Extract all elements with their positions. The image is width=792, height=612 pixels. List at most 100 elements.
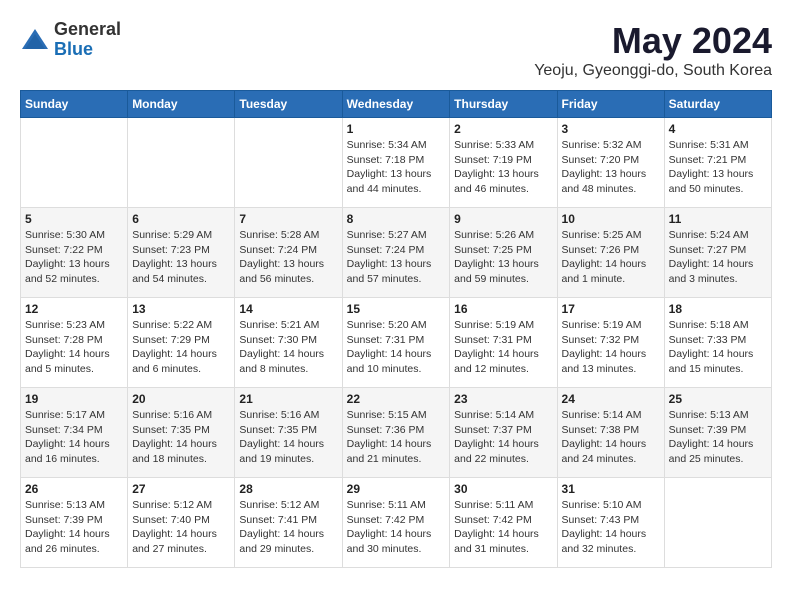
day-number: 24 <box>562 392 660 406</box>
day-info: Sunrise: 5:11 AM Sunset: 7:42 PM Dayligh… <box>347 498 446 557</box>
logo-general: General <box>54 20 121 40</box>
day-info: Sunrise: 5:14 AM Sunset: 7:37 PM Dayligh… <box>454 408 552 467</box>
day-info: Sunrise: 5:14 AM Sunset: 7:38 PM Dayligh… <box>562 408 660 467</box>
day-number: 27 <box>132 482 230 496</box>
day-info: Sunrise: 5:33 AM Sunset: 7:19 PM Dayligh… <box>454 138 552 197</box>
day-number: 13 <box>132 302 230 316</box>
calendar-cell: 3 Sunrise: 5:32 AM Sunset: 7:20 PM Daylig… <box>557 118 664 208</box>
day-number: 26 <box>25 482 123 496</box>
title-section: May 2024 Yeoju, Gyeonggi-do, South Korea <box>534 20 772 80</box>
calendar-cell: 16 Sunrise: 5:19 AM Sunset: 7:31 PM Dayli… <box>450 298 557 388</box>
day-number: 1 <box>347 122 446 136</box>
day-number: 18 <box>669 302 767 316</box>
day-info: Sunrise: 5:19 AM Sunset: 7:31 PM Dayligh… <box>454 318 552 377</box>
day-info: Sunrise: 5:20 AM Sunset: 7:31 PM Dayligh… <box>347 318 446 377</box>
day-info: Sunrise: 5:29 AM Sunset: 7:23 PM Dayligh… <box>132 228 230 287</box>
day-info: Sunrise: 5:11 AM Sunset: 7:42 PM Dayligh… <box>454 498 552 557</box>
calendar-cell: 22 Sunrise: 5:15 AM Sunset: 7:36 PM Dayli… <box>342 388 450 478</box>
header: General Blue May 2024 Yeoju, Gyeonggi-do… <box>20 20 772 80</box>
day-header-sunday: Sunday <box>21 91 128 118</box>
day-number: 29 <box>347 482 446 496</box>
day-number: 11 <box>669 212 767 226</box>
calendar-cell: 30 Sunrise: 5:11 AM Sunset: 7:42 PM Dayli… <box>450 478 557 568</box>
day-info: Sunrise: 5:32 AM Sunset: 7:20 PM Dayligh… <box>562 138 660 197</box>
day-number: 8 <box>347 212 446 226</box>
calendar-cell <box>21 118 128 208</box>
day-header-thursday: Thursday <box>450 91 557 118</box>
day-number: 19 <box>25 392 123 406</box>
week-row-1: 5 Sunrise: 5:30 AM Sunset: 7:22 PM Daylig… <box>21 208 772 298</box>
week-row-0: 1 Sunrise: 5:34 AM Sunset: 7:18 PM Daylig… <box>21 118 772 208</box>
day-info: Sunrise: 5:12 AM Sunset: 7:41 PM Dayligh… <box>239 498 337 557</box>
day-info: Sunrise: 5:13 AM Sunset: 7:39 PM Dayligh… <box>669 408 767 467</box>
day-info: Sunrise: 5:34 AM Sunset: 7:18 PM Dayligh… <box>347 138 446 197</box>
day-number: 6 <box>132 212 230 226</box>
day-info: Sunrise: 5:30 AM Sunset: 7:22 PM Dayligh… <box>25 228 123 287</box>
day-info: Sunrise: 5:15 AM Sunset: 7:36 PM Dayligh… <box>347 408 446 467</box>
day-info: Sunrise: 5:27 AM Sunset: 7:24 PM Dayligh… <box>347 228 446 287</box>
day-number: 28 <box>239 482 337 496</box>
day-number: 4 <box>669 122 767 136</box>
logo-text: General Blue <box>54 20 121 60</box>
day-info: Sunrise: 5:28 AM Sunset: 7:24 PM Dayligh… <box>239 228 337 287</box>
day-number: 21 <box>239 392 337 406</box>
calendar-cell <box>664 478 771 568</box>
calendar-cell: 2 Sunrise: 5:33 AM Sunset: 7:19 PM Daylig… <box>450 118 557 208</box>
day-info: Sunrise: 5:22 AM Sunset: 7:29 PM Dayligh… <box>132 318 230 377</box>
day-info: Sunrise: 5:18 AM Sunset: 7:33 PM Dayligh… <box>669 318 767 377</box>
day-info: Sunrise: 5:10 AM Sunset: 7:43 PM Dayligh… <box>562 498 660 557</box>
day-number: 16 <box>454 302 552 316</box>
day-number: 15 <box>347 302 446 316</box>
calendar-cell: 21 Sunrise: 5:16 AM Sunset: 7:35 PM Dayli… <box>235 388 342 478</box>
location-title: Yeoju, Gyeonggi-do, South Korea <box>534 62 772 80</box>
calendar-cell: 28 Sunrise: 5:12 AM Sunset: 7:41 PM Dayli… <box>235 478 342 568</box>
calendar-header-row: SundayMondayTuesdayWednesdayThursdayFrid… <box>21 91 772 118</box>
day-info: Sunrise: 5:19 AM Sunset: 7:32 PM Dayligh… <box>562 318 660 377</box>
calendar-cell: 11Sunrise: 5:24 AM Sunset: 7:27 PM Dayli… <box>664 208 771 298</box>
logo: General Blue <box>20 20 121 60</box>
day-header-monday: Monday <box>128 91 235 118</box>
day-info: Sunrise: 5:31 AM Sunset: 7:21 PM Dayligh… <box>669 138 767 197</box>
day-number: 30 <box>454 482 552 496</box>
day-header-wednesday: Wednesday <box>342 91 450 118</box>
calendar-cell: 12Sunrise: 5:23 AM Sunset: 7:28 PM Dayli… <box>21 298 128 388</box>
calendar-cell <box>128 118 235 208</box>
calendar-table: SundayMondayTuesdayWednesdayThursdayFrid… <box>20 90 772 568</box>
calendar-cell: 1 Sunrise: 5:34 AM Sunset: 7:18 PM Daylig… <box>342 118 450 208</box>
day-header-tuesday: Tuesday <box>235 91 342 118</box>
week-row-2: 12Sunrise: 5:23 AM Sunset: 7:28 PM Dayli… <box>21 298 772 388</box>
day-info: Sunrise: 5:12 AM Sunset: 7:40 PM Dayligh… <box>132 498 230 557</box>
day-info: Sunrise: 5:21 AM Sunset: 7:30 PM Dayligh… <box>239 318 337 377</box>
day-number: 12 <box>25 302 123 316</box>
calendar-cell: 20Sunrise: 5:16 AM Sunset: 7:35 PM Dayli… <box>128 388 235 478</box>
calendar-cell: 6 Sunrise: 5:29 AM Sunset: 7:23 PM Daylig… <box>128 208 235 298</box>
logo-icon <box>20 25 50 55</box>
day-number: 22 <box>347 392 446 406</box>
logo-blue: Blue <box>54 40 121 60</box>
calendar-cell: 10Sunrise: 5:25 AM Sunset: 7:26 PM Dayli… <box>557 208 664 298</box>
day-number: 3 <box>562 122 660 136</box>
calendar-cell: 17 Sunrise: 5:19 AM Sunset: 7:32 PM Dayli… <box>557 298 664 388</box>
day-number: 17 <box>562 302 660 316</box>
calendar-cell: 29 Sunrise: 5:11 AM Sunset: 7:42 PM Dayli… <box>342 478 450 568</box>
day-info: Sunrise: 5:25 AM Sunset: 7:26 PM Dayligh… <box>562 228 660 287</box>
calendar-cell: 13 Sunrise: 5:22 AM Sunset: 7:29 PM Dayli… <box>128 298 235 388</box>
calendar-cell: 15 Sunrise: 5:20 AM Sunset: 7:31 PM Dayli… <box>342 298 450 388</box>
calendar-cell: 7 Sunrise: 5:28 AM Sunset: 7:24 PM Daylig… <box>235 208 342 298</box>
week-row-3: 19 Sunrise: 5:17 AM Sunset: 7:34 PM Dayli… <box>21 388 772 478</box>
day-number: 14 <box>239 302 337 316</box>
day-header-friday: Friday <box>557 91 664 118</box>
day-info: Sunrise: 5:17 AM Sunset: 7:34 PM Dayligh… <box>25 408 123 467</box>
calendar-cell: 8 Sunrise: 5:27 AM Sunset: 7:24 PM Daylig… <box>342 208 450 298</box>
week-row-4: 26Sunrise: 5:13 AM Sunset: 7:39 PM Dayli… <box>21 478 772 568</box>
day-number: 31 <box>562 482 660 496</box>
day-number: 9 <box>454 212 552 226</box>
day-number: 5 <box>25 212 123 226</box>
day-number: 7 <box>239 212 337 226</box>
day-info: Sunrise: 5:16 AM Sunset: 7:35 PM Dayligh… <box>239 408 337 467</box>
calendar-cell: 5 Sunrise: 5:30 AM Sunset: 7:22 PM Daylig… <box>21 208 128 298</box>
day-header-saturday: Saturday <box>664 91 771 118</box>
calendar-cell <box>235 118 342 208</box>
day-number: 2 <box>454 122 552 136</box>
calendar-cell: 4 Sunrise: 5:31 AM Sunset: 7:21 PM Daylig… <box>664 118 771 208</box>
